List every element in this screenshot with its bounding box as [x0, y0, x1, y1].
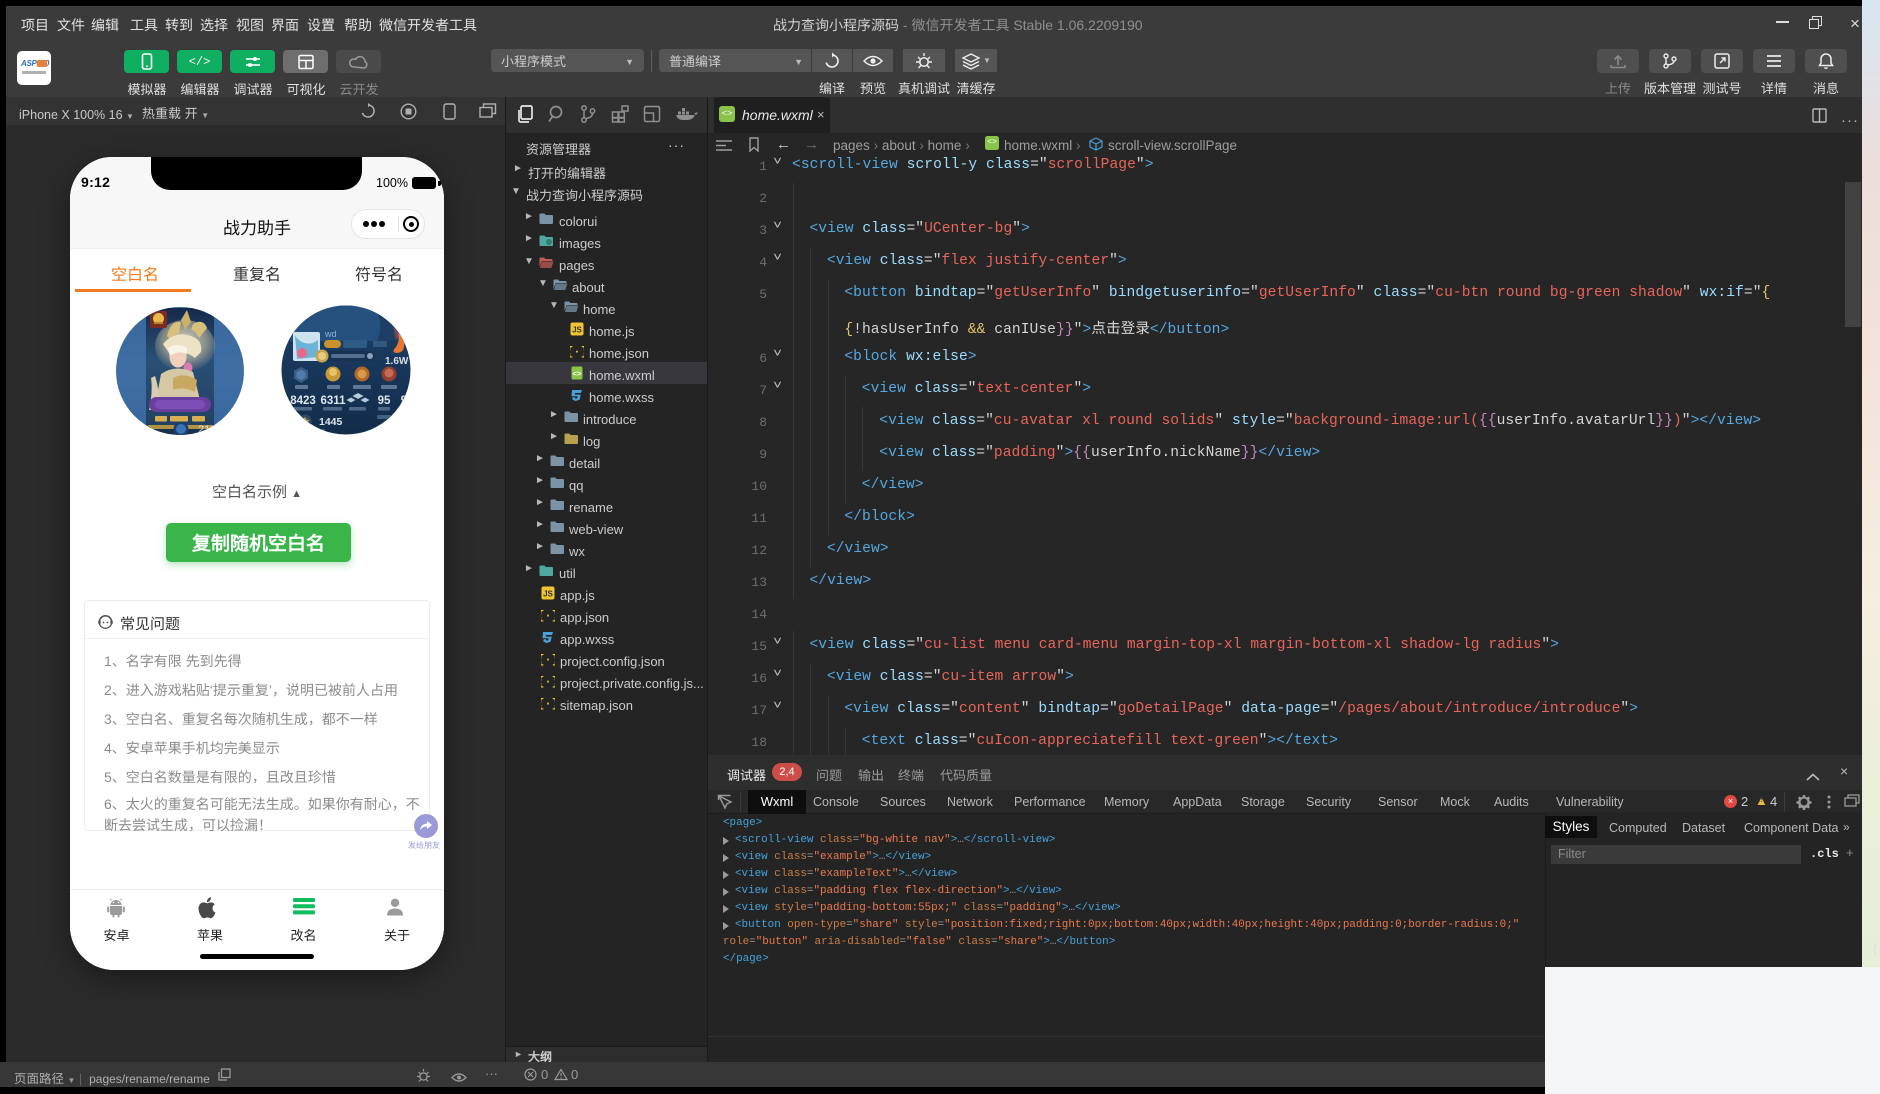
svg-text:<>: <> [572, 371, 582, 379]
svg-text:wd: wd [324, 329, 337, 339]
svg-text:93: 93 [401, 395, 411, 407]
svg-text:JS: JS [543, 590, 553, 599]
svg-text:1.6W: 1.6W [385, 356, 409, 367]
svg-text:21%: 21% [198, 424, 220, 436]
svg-text:{·}: {·} [570, 345, 584, 358]
svg-text:{·}: {·} [541, 609, 555, 622]
svg-text:8423: 8423 [290, 395, 316, 407]
svg-text:6311: 6311 [321, 395, 347, 407]
svg-text:{·}: {·} [541, 653, 555, 666]
svg-text:95: 95 [378, 395, 391, 407]
svg-text:JS: JS [572, 326, 582, 335]
svg-text:{·}: {·} [541, 675, 555, 688]
svg-text:1445: 1445 [319, 416, 343, 428]
svg-text:{·}: {·} [541, 697, 555, 710]
